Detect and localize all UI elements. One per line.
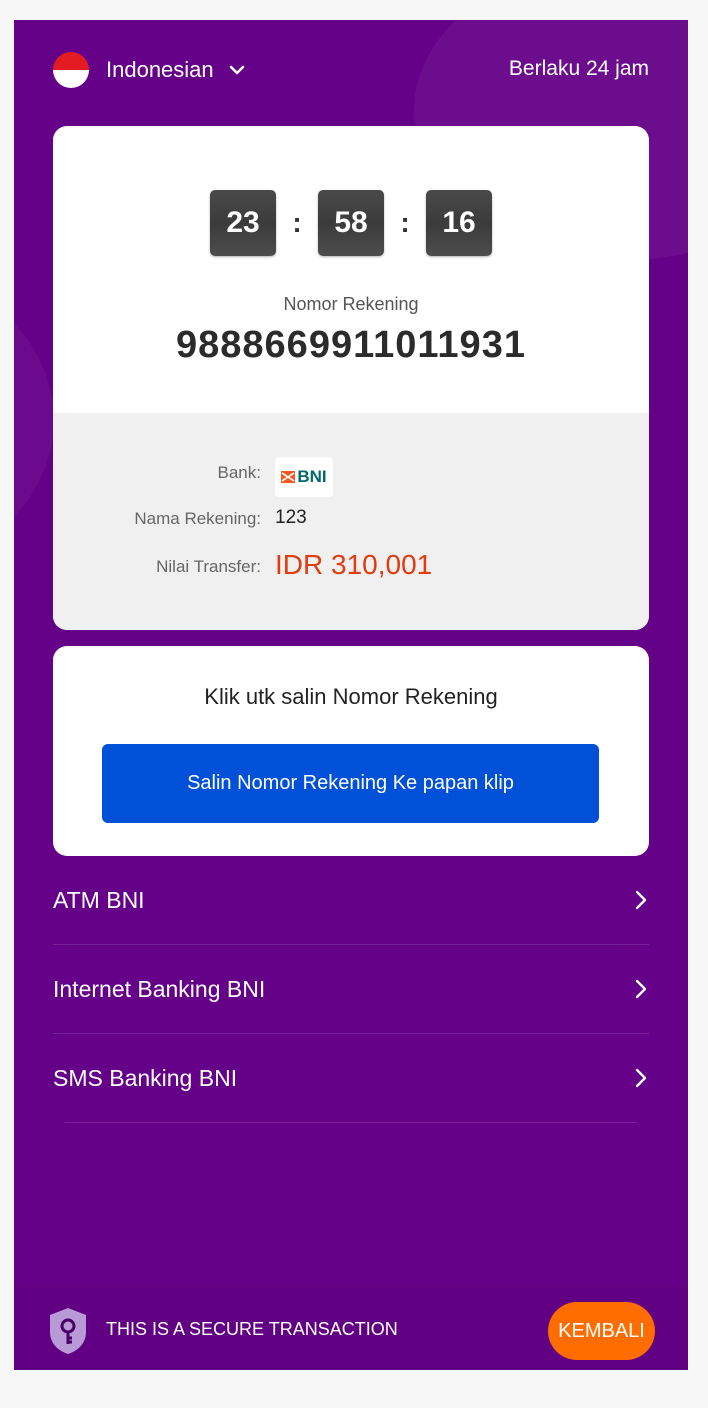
- countdown-timer: 23 : 58 : 16: [53, 190, 649, 256]
- guide-item-internet-banking[interactable]: Internet Banking BNI: [53, 945, 649, 1034]
- footer-bar: THIS IS A SECURE TRANSACTION KEMBALI: [14, 1282, 688, 1370]
- bni-logo: BNI: [275, 457, 333, 497]
- language-selector[interactable]: Indonesian: [53, 52, 246, 88]
- copy-instruction: Klik utk salin Nomor Rekening: [204, 684, 498, 709]
- amount-value: IDR 310,001: [275, 549, 433, 580]
- timer-seconds: 16: [426, 190, 492, 256]
- back-button[interactable]: KEMBALI: [548, 1302, 655, 1360]
- guide-item-label: ATM BNI: [53, 886, 145, 913]
- account-number: 9888669911011931: [176, 324, 526, 366]
- secure-transaction-text: THIS IS A SECURE TRANSACTION: [106, 1319, 398, 1339]
- copy-card: Klik utk salin Nomor Rekening Salin Nomo…: [53, 646, 649, 856]
- timer-separator: :: [292, 207, 302, 238]
- indonesia-flag-icon: [53, 52, 89, 88]
- shield-key-icon: [50, 1308, 86, 1354]
- chevron-right-icon: [635, 979, 647, 999]
- chevron-right-icon: [635, 890, 647, 910]
- language-label: Indonesian: [106, 57, 214, 82]
- timer-hours: 23: [210, 190, 276, 256]
- amount-label: Nilai Transfer:: [156, 557, 261, 576]
- transfer-details: Bank: BNI Nama Rekening: 123 Nilai Trans…: [53, 413, 649, 630]
- account-card: 23 : 58 : 16 Nomor Rekening 988866991101…: [53, 126, 649, 630]
- guide-item-atm[interactable]: ATM BNI: [53, 856, 649, 945]
- account-name-value: 123: [275, 507, 307, 528]
- guide-item-label: Internet Banking BNI: [53, 975, 266, 1002]
- background-decoration: [14, 270, 54, 570]
- timer-separator: :: [400, 207, 410, 238]
- bni-logo-text: BNI: [297, 467, 327, 486]
- guide-item-label: SMS Banking BNI: [53, 1064, 238, 1091]
- bni-logo-mark-icon: [281, 471, 296, 483]
- payment-guide-list: ATM BNI Internet Banking BNI SMS Banking…: [53, 856, 649, 1123]
- timer-minutes: 58: [318, 190, 384, 256]
- top-bar: Indonesian Berlaku 24 jam: [53, 50, 649, 90]
- chevron-right-icon: [635, 1068, 647, 1088]
- bank-label: Bank:: [217, 463, 261, 482]
- account-number-label: Nomor Rekening: [283, 294, 419, 314]
- validity-text: Berlaku 24 jam: [508, 57, 649, 80]
- guide-item-sms-banking[interactable]: SMS Banking BNI: [53, 1034, 647, 1123]
- chevron-down-icon: [229, 65, 244, 75]
- account-name-label: Nama Rekening:: [134, 509, 261, 528]
- payment-screen: Indonesian Berlaku 24 jam 23 : 58 : 16 N…: [14, 20, 688, 1370]
- copy-account-button[interactable]: Salin Nomor Rekening Ke papan klip: [102, 744, 599, 823]
